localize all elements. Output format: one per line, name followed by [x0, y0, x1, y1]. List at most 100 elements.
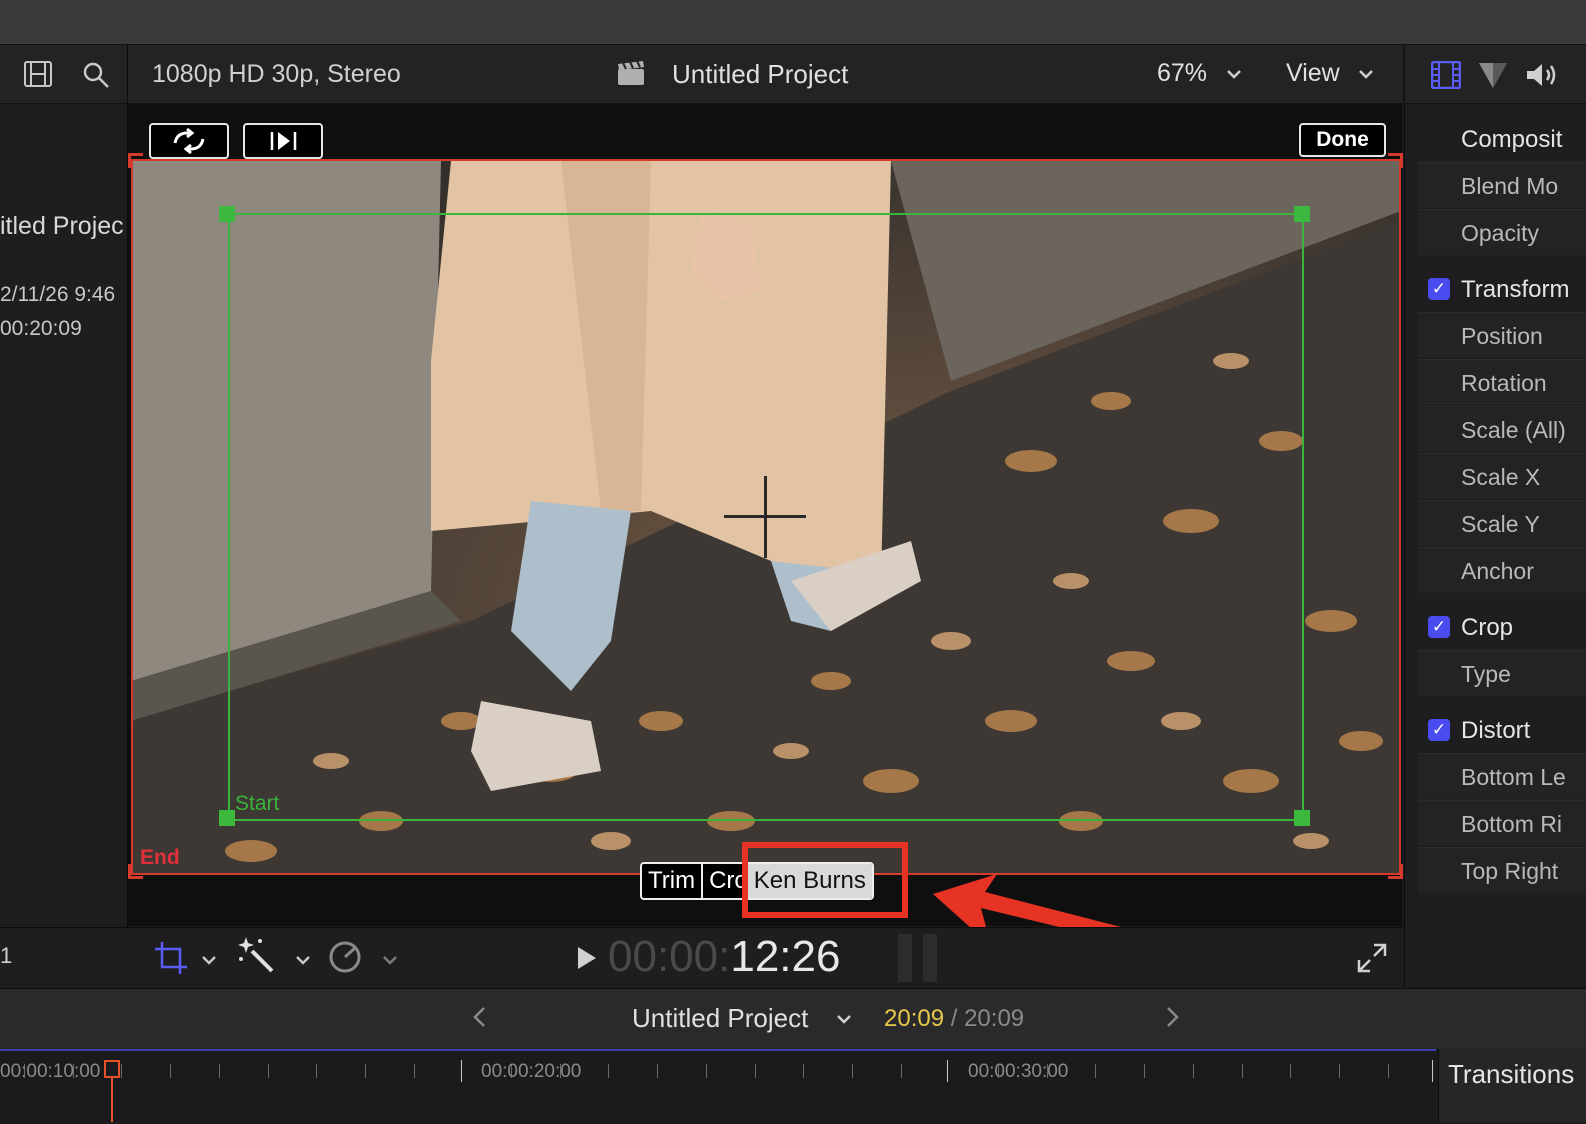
playhead-line [111, 1078, 113, 1122]
ruler-tick [1242, 1064, 1243, 1078]
end-handle-top-right[interactable] [1388, 153, 1403, 168]
tab-trim[interactable]: Trim [642, 864, 704, 898]
duration-separator: / [944, 1005, 965, 1032]
color-inspector-icon[interactable] [1477, 61, 1509, 94]
inspector-row-label: Bottom Ri [1461, 811, 1562, 837]
ruler-tick [706, 1064, 707, 1078]
ruler-tick [852, 1064, 853, 1078]
end-handle-bottom-right[interactable] [1388, 864, 1403, 879]
chevron-down-icon[interactable] [296, 952, 310, 970]
ruler-tick [268, 1064, 269, 1078]
timecode-display: 00:00:12:26 [608, 932, 840, 982]
inspector-row-opacity[interactable]: Opacity [1418, 209, 1586, 255]
end-handle-top-left[interactable] [128, 153, 143, 168]
checkbox-icon[interactable]: ✓ [1428, 719, 1450, 741]
inspector-row-scale-x[interactable]: Scale X [1418, 453, 1586, 499]
ruler-tick [947, 1060, 948, 1082]
project-name: itled Projec [0, 212, 124, 240]
annotation-highlight-box [742, 842, 908, 918]
inspector-row-label: Anchor [1461, 558, 1534, 584]
forward-arrow-icon[interactable] [1166, 1006, 1180, 1033]
inspector-row-label: Top Right [1461, 858, 1559, 884]
inspector-row-label: Opacity [1461, 220, 1539, 246]
inspector-row-position[interactable]: Position [1418, 312, 1586, 358]
timecode-dim: 00:00: [608, 932, 731, 981]
back-arrow-icon[interactable] [472, 1006, 486, 1033]
ruler-label: 00:00:30:00 [968, 1061, 1069, 1082]
timeline-ruler[interactable] [0, 1049, 1436, 1124]
ruler-tick [608, 1064, 609, 1078]
ruler-tick [1144, 1064, 1145, 1078]
total-duration: 20:09 [964, 1005, 1025, 1032]
inspector-row-bottom-ri[interactable]: Bottom Ri [1418, 800, 1586, 846]
video-inspector-icon[interactable] [1430, 60, 1462, 94]
inspector-section-label: Composit [1461, 126, 1563, 153]
fullscreen-icon[interactable] [1357, 943, 1387, 978]
timeline-project-title[interactable]: Untitled Project [632, 1003, 808, 1034]
checkbox-icon[interactable]: ✓ [1428, 616, 1450, 638]
inspector-row-scale-all-[interactable]: Scale (All) [1418, 406, 1586, 452]
browser-pane [0, 45, 128, 987]
start-handle-bottom-left[interactable] [219, 810, 235, 826]
inspector-row-rotation[interactable]: Rotation [1418, 359, 1586, 405]
audio-meter-left [898, 934, 912, 982]
viewer-project-title: Untitled Project [672, 59, 849, 89]
chevron-down-icon[interactable] [1358, 67, 1374, 85]
chevron-down-icon[interactable] [383, 952, 397, 970]
inspector-row-label: Scale X [1461, 464, 1541, 490]
view-menu[interactable]: View [1286, 59, 1340, 88]
search-icon[interactable] [82, 61, 110, 94]
clapper-icon [617, 60, 645, 91]
ruler-tick [121, 1064, 122, 1078]
ruler-tick [414, 1064, 415, 1078]
inspector-section-composit[interactable]: Composit [1418, 116, 1586, 162]
ruler-tick [1095, 1064, 1096, 1078]
inspector-row-blend-mo[interactable]: Blend Mo [1418, 162, 1586, 208]
project-duration: 00:20:09 [0, 317, 82, 340]
ruler-tick [170, 1064, 171, 1078]
done-button[interactable]: Done [1299, 123, 1386, 157]
chevron-down-icon[interactable] [202, 952, 216, 970]
ruler-tick [365, 1064, 366, 1078]
inspector-row-bottom-le[interactable]: Bottom Le [1418, 753, 1586, 799]
crop-tool-icon[interactable] [154, 941, 188, 980]
ruler-tick [1290, 1064, 1291, 1078]
inspector-row-type[interactable]: Type [1418, 650, 1586, 696]
filmstrip-icon[interactable] [24, 61, 52, 92]
inspector-row-label: Scale Y [1461, 511, 1540, 537]
inspector-row-scale-y[interactable]: Scale Y [1418, 500, 1586, 546]
zoom-dropdown[interactable]: 67% [1157, 59, 1207, 88]
start-handle-top-right[interactable] [1294, 206, 1310, 222]
speed-gauge-icon[interactable] [328, 940, 362, 979]
inspector-section-transform[interactable]: ✓ Transform [1418, 266, 1586, 312]
inspector-row-label: Bottom Le [1461, 764, 1566, 790]
ruler-tick [219, 1064, 220, 1078]
ruler-tick [901, 1064, 902, 1078]
start-label: Start [235, 792, 280, 815]
browser-header [0, 45, 127, 104]
play-transition-button[interactable] [243, 123, 323, 159]
start-handle-bottom-right[interactable] [1294, 810, 1310, 826]
transitions-title[interactable]: Transitions [1448, 1059, 1574, 1090]
magic-wand-icon[interactable] [238, 937, 276, 978]
project-date: 2/11/26 9:46 [0, 283, 116, 306]
viewer-header: 1080p HD 30p, Stereo Untitled Project 67… [128, 45, 1402, 104]
start-handle-top-left[interactable] [219, 206, 235, 222]
chevron-down-icon[interactable] [836, 1012, 852, 1030]
inspector-row-top-right[interactable]: Top Right [1418, 847, 1586, 893]
ruler-tick [755, 1064, 756, 1078]
ruler-label: 00:00:20:00 [481, 1061, 582, 1082]
playhead[interactable] [104, 1060, 120, 1078]
inspector-section-distort[interactable]: ✓ Distort [1418, 707, 1586, 753]
inspector-section-label: Distort [1461, 717, 1531, 744]
speaker-icon[interactable] [1525, 61, 1559, 94]
chevron-down-icon[interactable] [1226, 67, 1242, 85]
checkbox-icon[interactable]: ✓ [1428, 278, 1450, 300]
format-label: 1080p HD 30p, Stereo [152, 60, 401, 88]
play-icon[interactable] [576, 945, 598, 976]
inspector-section-crop[interactable]: ✓ Crop [1418, 604, 1586, 650]
swap-start-end-button[interactable] [149, 123, 229, 159]
inspector-row-label: Scale (All) [1461, 417, 1566, 443]
ruler-tick [316, 1064, 317, 1078]
inspector-row-anchor[interactable]: Anchor [1418, 547, 1586, 593]
